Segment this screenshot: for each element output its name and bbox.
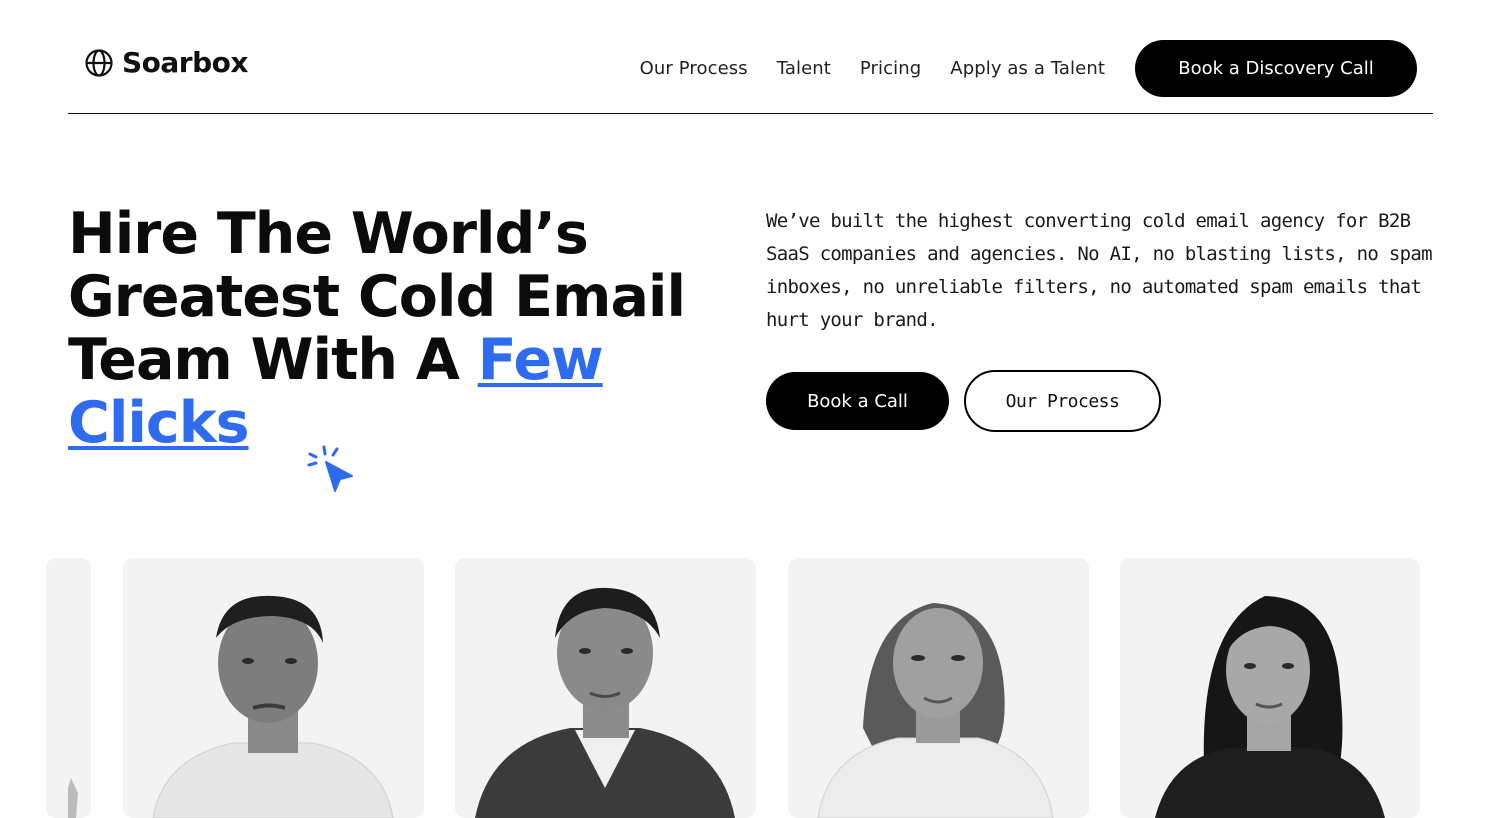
- globe-icon: [85, 49, 113, 77]
- logo-text: Soarbox: [122, 46, 248, 79]
- talent-card[interactable]: [1120, 558, 1420, 818]
- talent-photo-woman-black-top: [1155, 596, 1385, 818]
- cursor-click-icon: [307, 445, 353, 492]
- talent-card[interactable]: [788, 558, 1089, 818]
- site-header: Soarbox Our Process Talent Pricing Apply…: [68, 0, 1433, 114]
- nav-talent[interactable]: Talent: [777, 58, 831, 79]
- our-process-button[interactable]: Our Process: [964, 370, 1161, 432]
- talent-photo-man-suit: [475, 587, 735, 818]
- talent-card[interactable]: [123, 558, 424, 818]
- book-discovery-call-button[interactable]: Book a Discovery Call: [1135, 40, 1417, 97]
- nav-pricing[interactable]: Pricing: [860, 58, 921, 79]
- nav-apply-as-talent[interactable]: Apply as a Talent: [950, 58, 1105, 79]
- talent-photo-woman-white-blazer: [817, 603, 1054, 818]
- talent-photo-man-white-tshirt: [152, 595, 394, 818]
- partial-portrait-image: [68, 778, 78, 818]
- hero-title: Hire The World’s Greatest Cold Email Tea…: [68, 203, 708, 455]
- logo[interactable]: Soarbox: [84, 48, 248, 78]
- talent-card[interactable]: [455, 558, 756, 818]
- nav-our-process[interactable]: Our Process: [640, 58, 748, 79]
- book-call-button[interactable]: Book a Call: [766, 372, 949, 430]
- main-nav: Our Process Talent Pricing Apply as a Ta…: [640, 40, 1417, 97]
- talent-card-partial[interactable]: [46, 558, 91, 818]
- hero-description: We’ve built the highest converting cold …: [766, 210, 1433, 331]
